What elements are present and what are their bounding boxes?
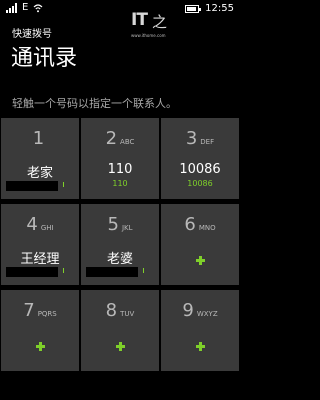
tile-letters: GHI <box>40 224 54 232</box>
speed-dial-tile-2[interactable]: 2 ABC 110 110 <box>81 118 159 199</box>
tile-number: 8 TUV <box>81 300 159 321</box>
speed-dial-tile-3[interactable]: 3 DEF 10086 10086 <box>161 118 239 199</box>
wifi-icon <box>33 4 43 13</box>
tile-letters: WXYZ <box>196 310 218 318</box>
app-label: 快速拨号 <box>12 29 52 40</box>
add-contact-icon[interactable] <box>196 342 205 351</box>
tile-number: 5 JKL <box>81 214 159 235</box>
tile-number: 4 GHI <box>1 214 79 235</box>
redacted-number <box>86 267 138 277</box>
status-left: E <box>6 3 43 13</box>
clock: 12:55 <box>205 3 234 14</box>
tile-digit: 2 <box>105 128 118 149</box>
contact-number: 110 <box>112 179 128 188</box>
network-type: E <box>22 2 29 13</box>
tile-digit: 1 <box>32 128 45 149</box>
tile-number: 1 <box>1 128 79 149</box>
tile-number: 2 ABC <box>81 128 159 149</box>
tile-digit: 5 <box>107 214 119 235</box>
tile-letters: JKL <box>121 224 133 232</box>
speed-dial-grid: 1 老家 2 ABC 110 110 3 DEF 10086 10086 4 GHI 王经理 5 JKL 老婆… <box>1 118 239 371</box>
speed-dial-tile-6[interactable]: 6 MNO <box>161 204 239 285</box>
tile-number: 3 DEF <box>161 128 239 149</box>
add-contact-icon[interactable] <box>116 342 125 351</box>
tile-digit: 4 <box>26 214 38 235</box>
status-bar: E 12:55 <box>0 0 240 20</box>
tile-letters: PQRS <box>37 310 57 318</box>
hint-text: 轻触一个号码以指定一个联系人。 <box>12 97 177 110</box>
contact-name: 110 <box>107 162 133 177</box>
tile-letters: MNO <box>198 224 216 232</box>
tile-digit: 7 <box>23 300 35 321</box>
add-contact-icon[interactable] <box>196 256 205 265</box>
contact-name: 10086 <box>179 162 221 177</box>
speed-dial-tile-8[interactable]: 8 TUV <box>81 290 159 371</box>
redacted-number <box>6 181 58 191</box>
status-right: 12:55 <box>185 3 234 14</box>
speed-dial-tile-5[interactable]: 5 JKL 老婆 <box>81 204 159 285</box>
contact-name: 王经理 <box>20 252 60 267</box>
contact-name: 老家 <box>26 166 53 181</box>
tile-letters: TUV <box>120 310 135 318</box>
speed-dial-tile-7[interactable]: 7 PQRS <box>1 290 79 371</box>
page-title: 通讯录 <box>11 46 78 71</box>
add-contact-icon[interactable] <box>36 342 45 351</box>
contact-name: 老婆 <box>106 252 133 267</box>
speed-dial-tile-1[interactable]: 1 老家 <box>1 118 79 199</box>
tile-number: 9 WXYZ <box>161 300 239 321</box>
tile-digit: 9 <box>182 300 194 321</box>
ithome-watermark: IT 之 www.ithome.com <box>131 10 168 38</box>
contact-number: 10086 <box>187 179 213 188</box>
speed-dial-tile-4[interactable]: 4 GHI 王经理 <box>1 204 79 285</box>
battery-icon <box>185 4 202 13</box>
tile-letters: DEF <box>200 138 215 146</box>
number-fragment <box>63 182 64 187</box>
tile-digit: 8 <box>105 300 118 321</box>
tile-number: 6 MNO <box>161 214 239 235</box>
redacted-number <box>6 267 58 277</box>
tile-letters: ABC <box>120 138 135 146</box>
number-fragment <box>143 268 144 273</box>
speed-dial-tile-9[interactable]: 9 WXYZ <box>161 290 239 371</box>
number-fragment <box>63 268 64 273</box>
tile-digit: 3 <box>185 128 198 149</box>
tile-digit: 6 <box>184 214 196 235</box>
signal-icon <box>6 3 17 13</box>
tile-number: 7 PQRS <box>1 300 79 321</box>
